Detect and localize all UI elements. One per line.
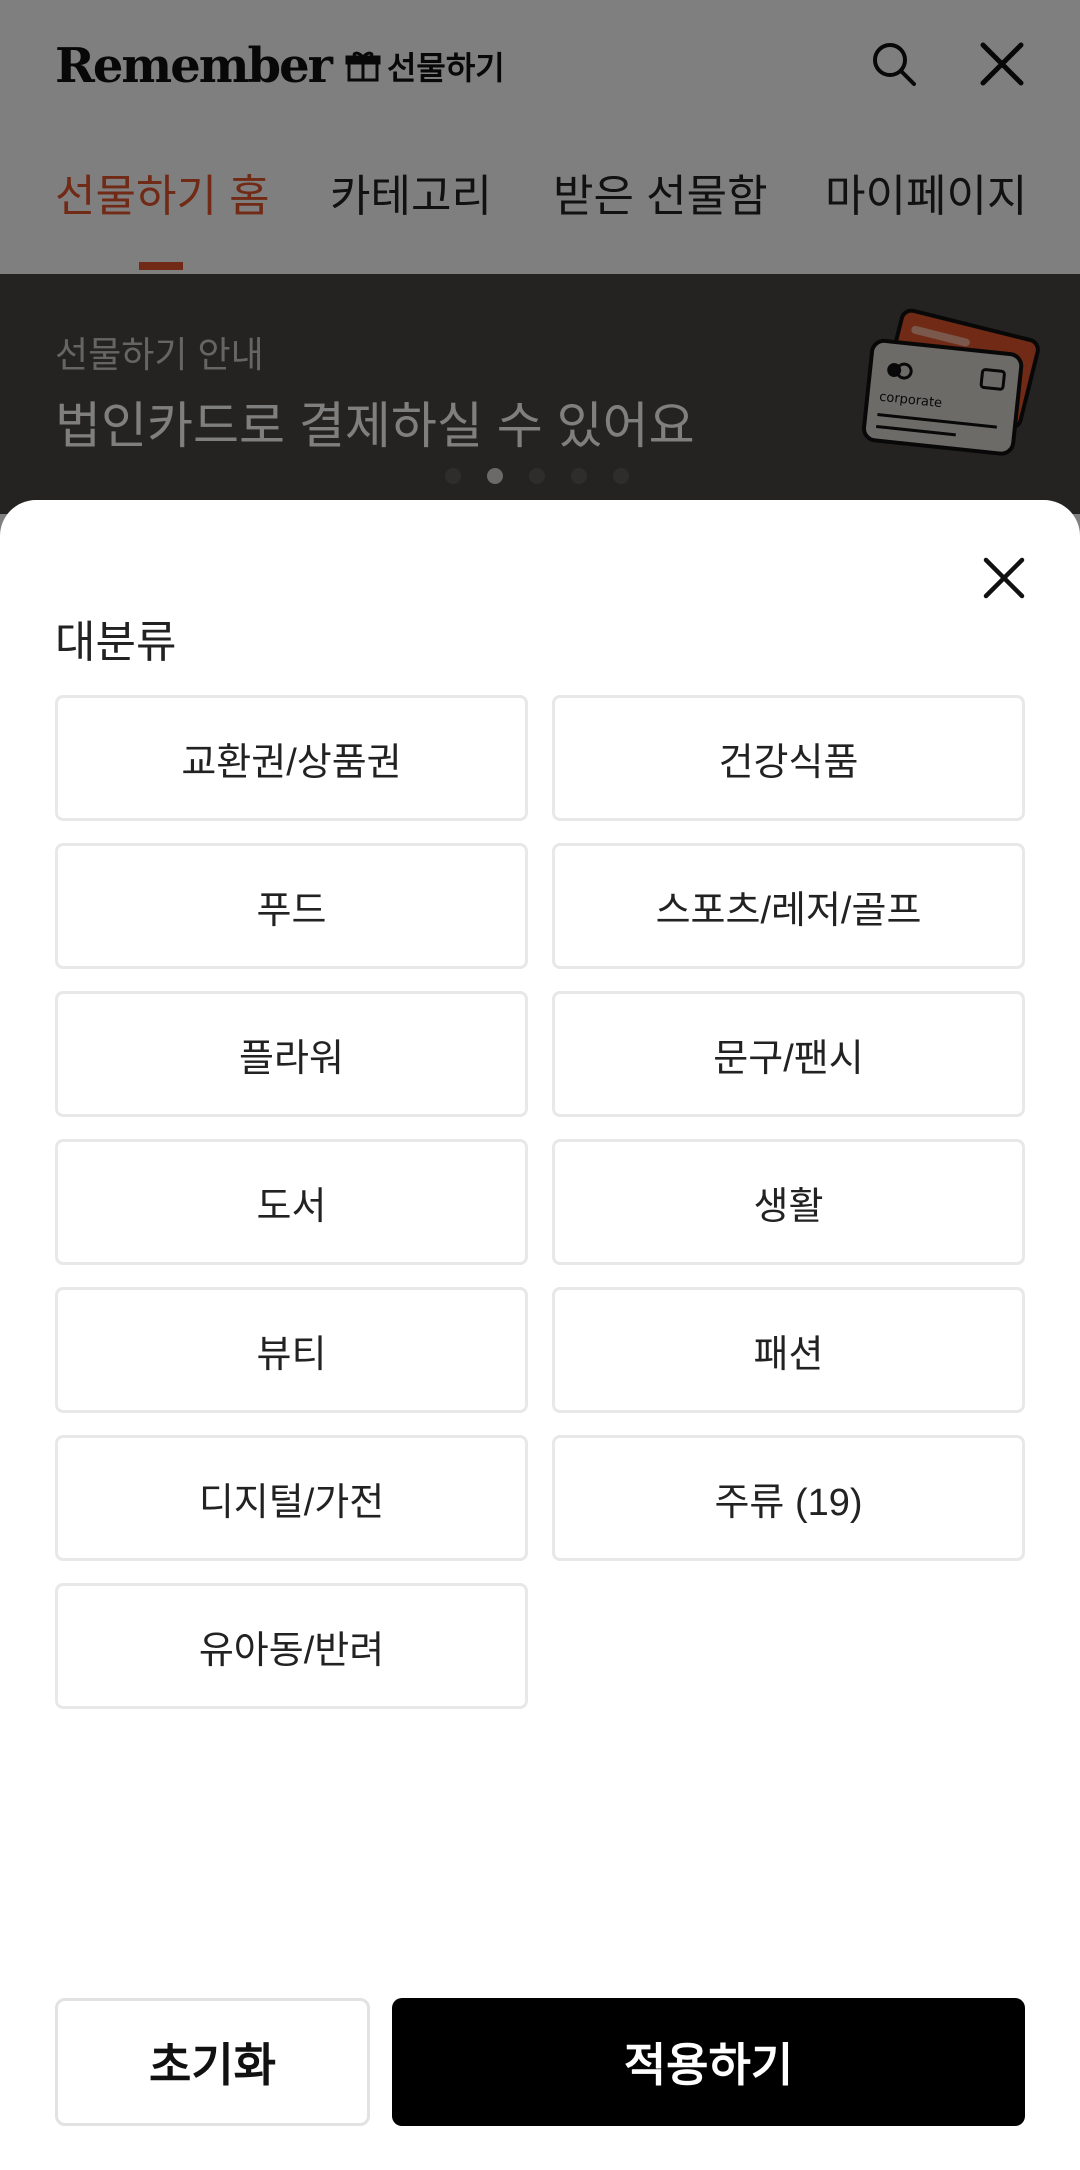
- category-chip[interactable]: 뷰티: [55, 1287, 528, 1413]
- category-filter-sheet: 대분류 교환권/상품권 건강식품 푸드 스포츠/레저/골프 플라워 문구/팬시 …: [0, 500, 1080, 2170]
- category-chip[interactable]: 주류 (19): [552, 1435, 1025, 1561]
- category-chip[interactable]: 유아동/반려: [55, 1583, 528, 1709]
- close-icon[interactable]: [978, 552, 1030, 604]
- category-chip[interactable]: 도서: [55, 1139, 528, 1265]
- category-chip[interactable]: 플라워: [55, 991, 528, 1117]
- category-chip[interactable]: 스포츠/레저/골프: [552, 843, 1025, 969]
- category-chip[interactable]: 패션: [552, 1287, 1025, 1413]
- apply-button[interactable]: 적용하기: [392, 1998, 1025, 2126]
- sheet-title: 대분류: [55, 618, 177, 667]
- category-chip[interactable]: 생활: [552, 1139, 1025, 1265]
- category-chip[interactable]: 교환권/상품권: [55, 695, 528, 821]
- reset-button[interactable]: 초기화: [55, 1998, 370, 2126]
- category-chip[interactable]: 건강식품: [552, 695, 1025, 821]
- category-chip[interactable]: 문구/팬시: [552, 991, 1025, 1117]
- category-chip[interactable]: 푸드: [55, 843, 528, 969]
- category-chip[interactable]: 디지털/가전: [55, 1435, 528, 1561]
- category-grid: 교환권/상품권 건강식품 푸드 스포츠/레저/골프 플라워 문구/팬시 도서 생…: [55, 695, 1025, 1709]
